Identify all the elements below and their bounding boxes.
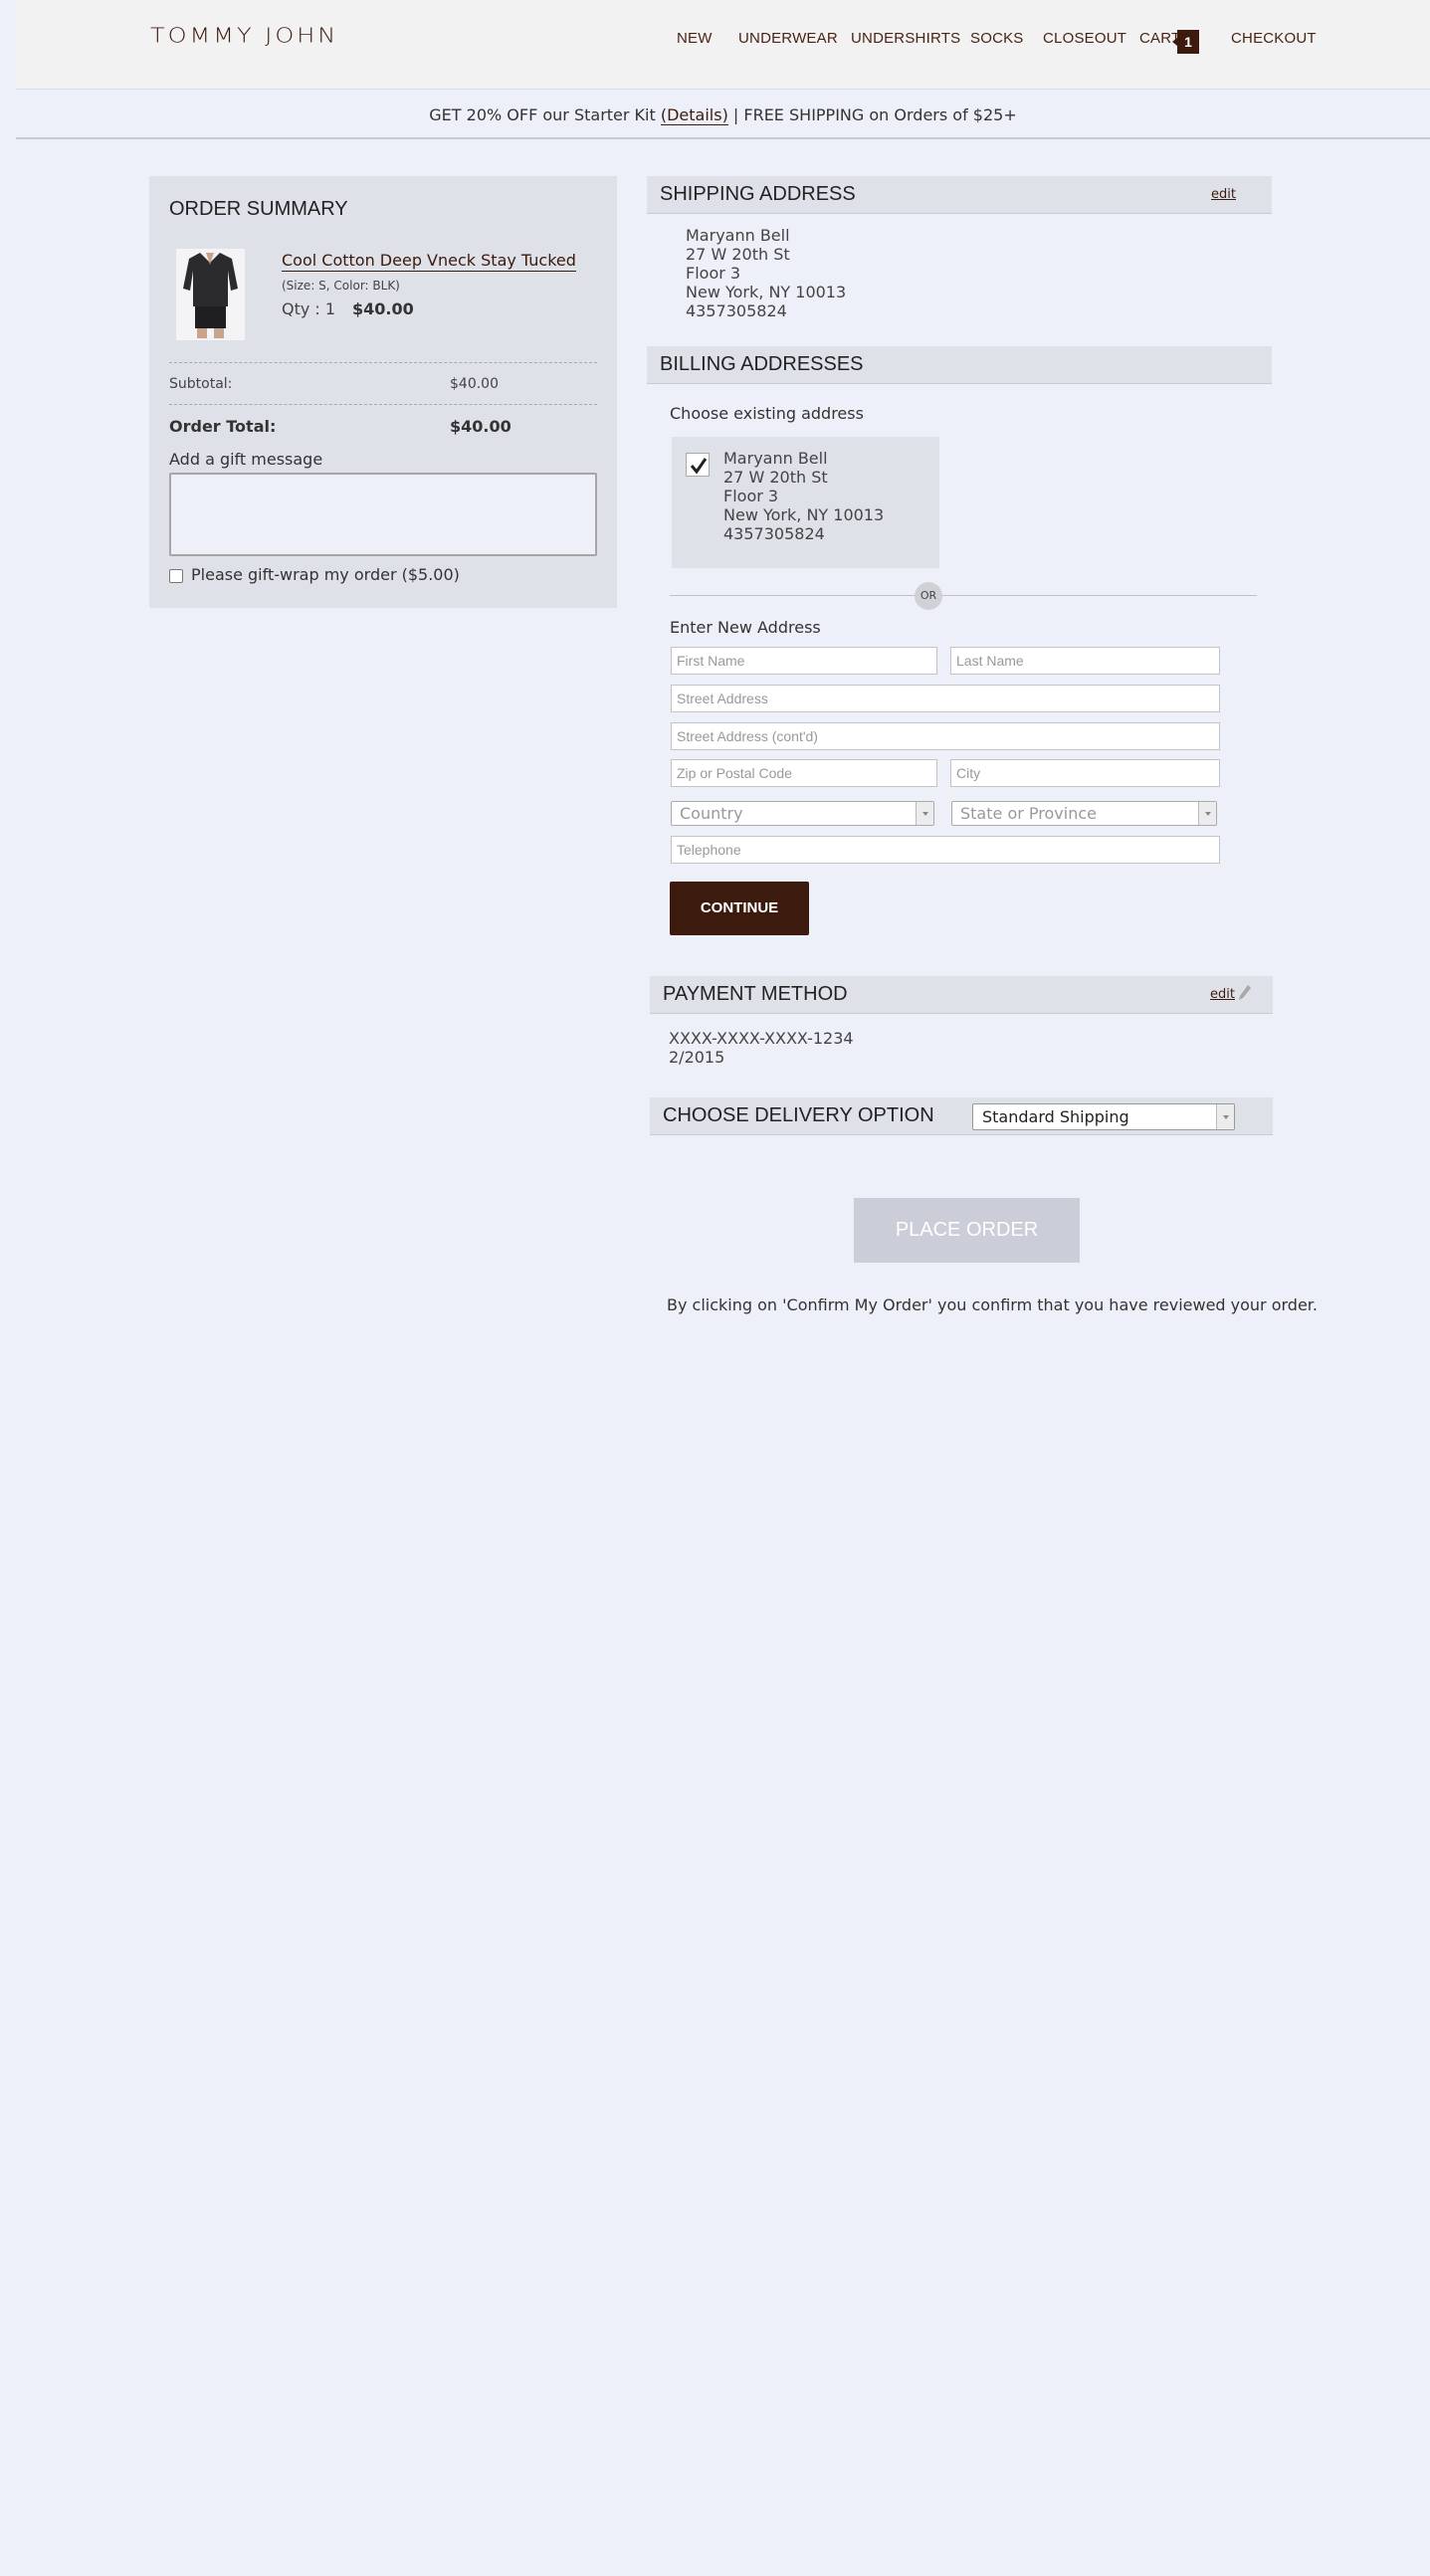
shipping-address-title: SHIPPING ADDRESS xyxy=(660,183,856,205)
existing-address-card[interactable]: Maryann Bell 27 W 20th St Floor 3 New Yo… xyxy=(672,437,939,568)
shipping-edit-link[interactable]: edit xyxy=(1211,187,1236,202)
street-address-2-input[interactable]: Street Address (cont'd) xyxy=(671,722,1220,750)
enter-new-address-label: Enter New Address xyxy=(670,618,821,637)
payment-info: XXXX-XXXX-XXXX-1234 2/2015 xyxy=(669,1029,854,1067)
product-price: $40.00 xyxy=(352,299,414,318)
delivery-option-title: CHOOSE DELIVERY OPTION xyxy=(663,1104,934,1126)
order-total-label: Order Total: xyxy=(169,417,277,436)
order-total-value: $40.00 xyxy=(450,417,511,436)
state-select[interactable]: State or Province xyxy=(951,801,1217,826)
chevron-down-icon xyxy=(1198,802,1216,825)
card-expiry: 2/2015 xyxy=(669,1048,725,1067)
last-name-input[interactable]: Last Name xyxy=(950,647,1220,675)
address-line: Floor 3 xyxy=(723,487,779,505)
tshirt-icon xyxy=(183,253,238,338)
gift-wrap-checkbox[interactable] xyxy=(169,569,183,583)
subtotal-value: $40.00 xyxy=(450,376,499,392)
nav-item-new[interactable]: NEW xyxy=(677,30,713,47)
continue-button[interactable]: CONTINUE xyxy=(670,882,809,935)
site-header: TOMMY JOHN xyxy=(16,0,1430,90)
address-line: New York, NY 10013 xyxy=(686,283,847,301)
nav-item-socks[interactable]: SOCKS xyxy=(970,30,1024,47)
payment-method-header: PAYMENT METHOD edit xyxy=(650,976,1273,1014)
address-line: Maryann Bell xyxy=(723,449,828,468)
or-divider-line xyxy=(670,595,1257,596)
gift-message-label: Add a gift message xyxy=(169,450,323,469)
payment-edit-link[interactable]: edit xyxy=(1210,987,1235,1002)
chevron-down-icon xyxy=(916,802,933,825)
promo-banner: GET 20% OFF our Starter Kit (Details) | … xyxy=(16,92,1430,139)
product-meta: (Size: S, Color: BLK) xyxy=(282,279,400,293)
street-address-input[interactable]: Street Address xyxy=(671,685,1220,712)
delivery-option-value: Standard Shipping xyxy=(982,1107,1129,1126)
shipping-address: Maryann Bell 27 W 20th St Floor 3 New Yo… xyxy=(686,226,846,320)
pencil-icon[interactable] xyxy=(1238,984,1252,1002)
first-name-input[interactable]: First Name xyxy=(671,647,937,675)
cart-count-badge[interactable]: 1 xyxy=(1172,30,1199,54)
order-summary-title: ORDER SUMMARY xyxy=(169,198,348,220)
address-line: 4357305824 xyxy=(723,524,825,543)
city-input[interactable]: City xyxy=(950,759,1220,787)
divider xyxy=(169,362,597,363)
telephone-input[interactable]: Telephone xyxy=(671,836,1220,864)
order-summary-panel: ORDER SUMMARY Cool Cotton Deep Vneck Sta… xyxy=(149,176,617,608)
product-image[interactable] xyxy=(176,249,245,340)
promo-details-link[interactable]: (Details) xyxy=(660,105,728,125)
address-line: 27 W 20th St xyxy=(723,468,828,487)
billing-address-title: BILLING ADDRESSES xyxy=(660,353,864,375)
payment-method-title: PAYMENT METHOD xyxy=(663,983,848,1005)
country-select[interactable]: Country xyxy=(671,801,934,826)
checkmark-icon xyxy=(690,458,708,475)
gift-message-textarea[interactable] xyxy=(169,473,597,556)
nav-item-undershirts[interactable]: UNDERSHIRTS xyxy=(851,30,960,47)
chevron-down-icon xyxy=(1216,1104,1234,1129)
existing-address: Maryann Bell 27 W 20th St Floor 3 New Yo… xyxy=(723,449,884,543)
product-qty: Qty : 1 xyxy=(282,299,336,318)
place-order-button[interactable]: PLACE ORDER xyxy=(854,1198,1080,1263)
or-divider: OR xyxy=(915,582,942,610)
country-select-value: Country xyxy=(680,804,743,823)
confirm-note: By clicking on 'Confirm My Order' you co… xyxy=(667,1295,1318,1314)
promo-text-before: GET 20% OFF our Starter Kit xyxy=(429,105,661,124)
address-line: Maryann Bell xyxy=(686,226,790,245)
address-line: Floor 3 xyxy=(686,264,741,283)
choose-existing-label: Choose existing address xyxy=(670,404,864,423)
billing-address-header: BILLING ADDRESSES xyxy=(647,346,1272,384)
nav-item-underwear[interactable]: UNDERWEAR xyxy=(738,30,838,47)
address-line: 4357305824 xyxy=(686,301,787,320)
delivery-option-select[interactable]: Standard Shipping xyxy=(972,1103,1235,1130)
promo-text-after: | FREE SHIPPING on Orders of $25+ xyxy=(727,105,1017,124)
brand-logo[interactable]: TOMMY JOHN xyxy=(150,24,338,48)
nav-item-checkout[interactable]: CHECKOUT xyxy=(1231,30,1317,47)
address-line: New York, NY 10013 xyxy=(723,505,885,524)
subtotal-label: Subtotal: xyxy=(169,376,233,392)
card-number: XXXX-XXXX-XXXX-1234 xyxy=(669,1029,854,1048)
product-name-link[interactable]: Cool Cotton Deep Vneck Stay Tucked xyxy=(282,251,576,272)
zip-input[interactable]: Zip or Postal Code xyxy=(671,759,937,787)
state-select-value: State or Province xyxy=(960,804,1097,823)
existing-address-checkbox[interactable] xyxy=(686,453,710,477)
shipping-address-header: SHIPPING ADDRESS edit xyxy=(647,176,1272,214)
divider xyxy=(169,404,597,405)
nav-item-closeout[interactable]: CLOSEOUT xyxy=(1043,30,1126,47)
address-line: 27 W 20th St xyxy=(686,245,790,264)
gift-wrap-label: Please gift-wrap my order ($5.00) xyxy=(191,565,460,584)
